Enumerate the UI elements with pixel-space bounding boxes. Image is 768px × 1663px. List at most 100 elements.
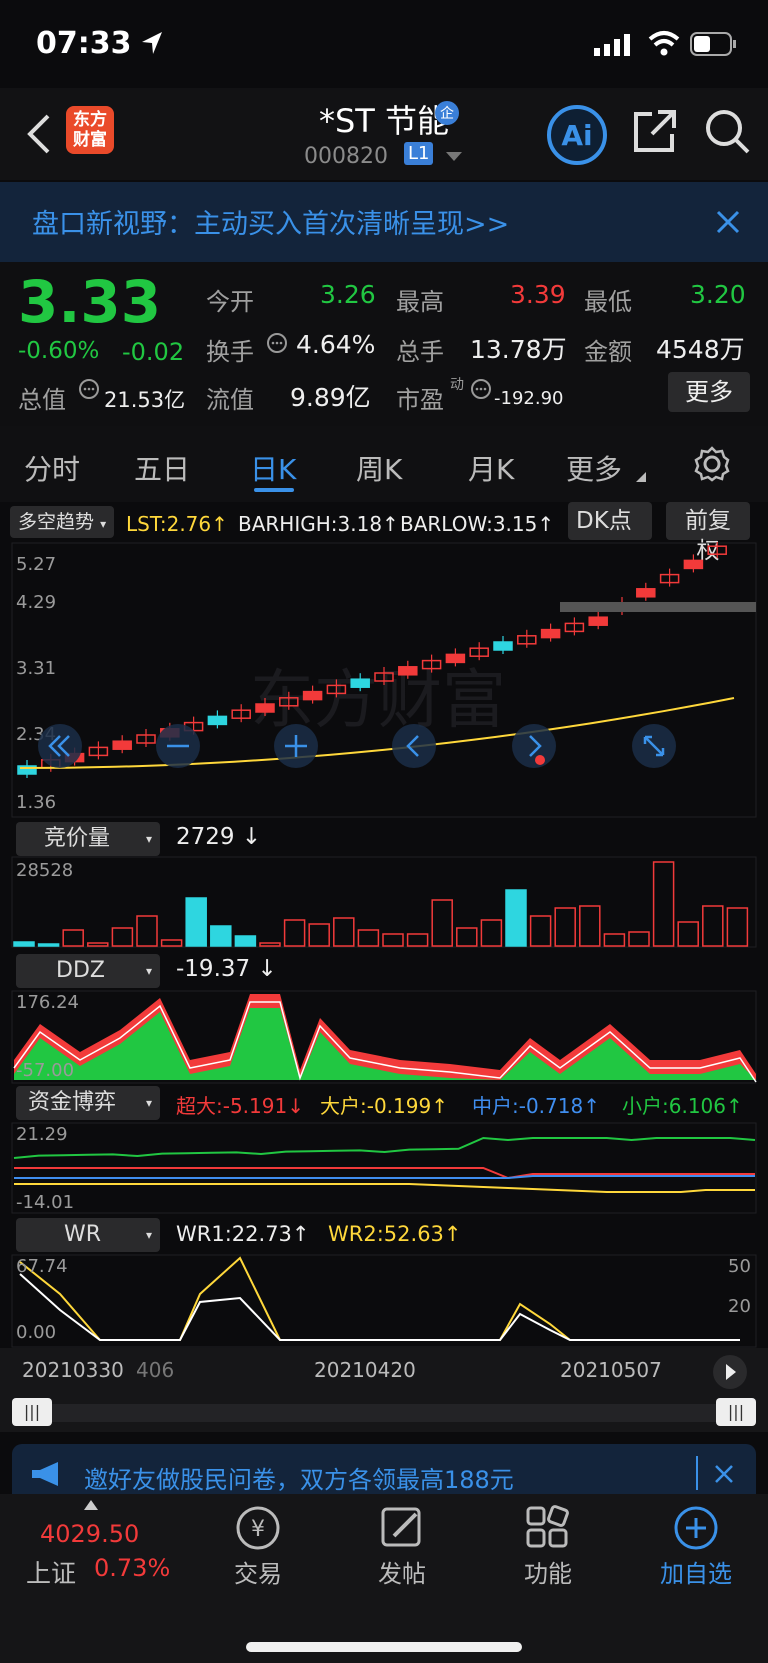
trade-icon[interactable]: ¥ — [234, 1504, 282, 1552]
close-icon[interactable] — [716, 210, 740, 234]
kline-indicator-select[interactable]: 多空趋势 ▾ — [10, 506, 115, 538]
wr-section: WR ▾ WR1:22.73↑ WR2:52.63↑ 67.74 0.00 50 … — [0, 1216, 768, 1348]
tab-weekly-k[interactable]: 周K — [356, 448, 402, 488]
wr1-line — [19, 1273, 740, 1341]
info-icon[interactable] — [266, 332, 288, 354]
volume-bar — [234, 935, 257, 947]
play-icon[interactable] — [712, 1354, 748, 1390]
kline-chart[interactable]: 东方财富 — [0, 542, 768, 818]
nav-trade[interactable]: 交易 — [208, 1554, 308, 1589]
volume-bar — [456, 927, 478, 947]
zhonghu-text: 中户:-0.718 — [472, 1094, 584, 1118]
mcap-label: 总值 — [18, 386, 66, 414]
gear-icon[interactable] — [694, 446, 730, 482]
ddz-indicator-label: DDZ — [56, 958, 105, 983]
banner-text[interactable]: 盘口新视野：主动买入首次清晰呈现>> — [32, 202, 509, 241]
volume-bar — [37, 943, 60, 947]
ddz-value-text: -19.37 — [176, 956, 251, 982]
amount-label: 金额 — [584, 338, 632, 366]
index-pct[interactable]: 0.73% — [94, 1554, 170, 1582]
volume-bar — [185, 897, 207, 947]
date-label: 406 — [136, 1358, 175, 1382]
fullscreen-icon[interactable] — [630, 722, 678, 770]
date-label: 20210420 — [314, 1358, 416, 1382]
volume-bar — [308, 923, 330, 947]
more-button[interactable]: 更多 — [668, 372, 750, 412]
quote-panel: 3.33 -0.60% -0.02 今开 3.26 最高 3.39 最低 3.2… — [0, 262, 768, 426]
edit-post-icon[interactable] — [378, 1504, 426, 1552]
info-icon[interactable] — [470, 378, 492, 400]
volume-bar — [554, 907, 576, 947]
pe-value: -192.90 — [494, 388, 564, 409]
wr-indicator-select[interactable]: WR ▾ — [16, 1218, 160, 1252]
wr-ymin: 0.00 — [16, 1322, 57, 1343]
share-icon[interactable] — [632, 108, 678, 154]
volume-bar — [283, 919, 306, 947]
turnover-label: 换手 — [206, 338, 254, 366]
apps-icon[interactable] — [524, 1504, 572, 1552]
y-tick-label: 5.27 — [16, 554, 57, 575]
ai-assistant-icon[interactable]: Ai — [546, 104, 608, 166]
date-label: 20210330 — [22, 1358, 124, 1382]
volume-chart[interactable] — [0, 856, 768, 948]
svg-text:企: 企 — [440, 105, 454, 122]
zoom-out-icon[interactable] — [154, 722, 202, 770]
wr1-text: WR1:22.73 — [176, 1222, 292, 1246]
y-tick-label: 4.29 — [16, 592, 57, 613]
zoom-in-icon[interactable] — [272, 722, 320, 770]
tab-active-indicator — [254, 488, 294, 492]
promo-banner[interactable]: 盘口新视野：主动买入首次清晰呈现>> — [0, 182, 768, 262]
tab-monthly-k[interactable]: 月K — [468, 448, 514, 488]
add-circle-icon[interactable] — [672, 1504, 720, 1552]
search-icon[interactable] — [704, 108, 750, 154]
ddz-indicator-select[interactable]: DDZ ▾ — [16, 954, 160, 988]
dk-zone — [560, 602, 756, 612]
adjust-button[interactable]: 前复权 — [666, 502, 750, 564]
index-name[interactable]: 上证 — [26, 1554, 76, 1590]
volume-bar — [579, 905, 601, 947]
volume-bar — [628, 931, 650, 947]
nav-post[interactable]: 发帖 — [352, 1554, 452, 1589]
ddz-section: DDZ ▾ -19.37 ↓ 176.24 -57.00 — [0, 952, 768, 1084]
scroll-left-icon[interactable] — [390, 722, 438, 770]
tab-intraday[interactable]: 分时 — [24, 448, 80, 488]
megaphone-icon — [32, 1462, 58, 1486]
scroll-right-icon[interactable] — [510, 722, 558, 770]
close-icon[interactable] — [714, 1464, 734, 1484]
status-bar: 07:33 — [0, 0, 768, 88]
volume-bar — [603, 933, 626, 947]
tab-more[interactable]: 更多 — [566, 448, 622, 488]
level-badge[interactable]: L1 — [404, 142, 434, 165]
status-time: 07:33 — [36, 26, 132, 61]
range-track[interactable] — [12, 1404, 756, 1422]
fund-indicator-select[interactable]: 资金博弈 ▾ — [16, 1086, 160, 1120]
y-tick-label: 3.31 — [16, 658, 57, 679]
nav-function[interactable]: 功能 — [498, 1554, 598, 1589]
tab-five-day[interactable]: 五日 — [134, 448, 190, 488]
range-handle-right[interactable]: ||| — [716, 1398, 756, 1426]
notice-divider — [696, 1456, 698, 1490]
wr1-value: WR1:22.73↑ — [176, 1222, 310, 1246]
wr-chart[interactable] — [0, 1254, 768, 1348]
ddz-chart[interactable] — [0, 990, 768, 1084]
notice-text[interactable]: 邀好友做股民问卷，双方各领最高188元 — [84, 1460, 514, 1495]
index-value[interactable]: 4029.50 — [40, 1520, 139, 1548]
dk-point-button[interactable]: DK点 — [568, 502, 652, 540]
svg-text:¥: ¥ — [251, 1517, 265, 1542]
range-handle-left[interactable]: ||| — [12, 1398, 52, 1426]
volume-section: 竞价量 ▾ 2729 ↓ 28528 — [0, 820, 768, 948]
scroll-left-fast-icon[interactable] — [36, 722, 84, 770]
fund-chart[interactable] — [0, 1122, 768, 1214]
dahu-text: 大户:-0.199 — [320, 1094, 432, 1118]
nav-add-watchlist[interactable]: 加自选 — [646, 1554, 746, 1589]
chevron-down-icon[interactable] — [446, 152, 462, 162]
volume-bar — [333, 917, 355, 947]
zhonghu-value: 中户:-0.718↑ — [472, 1094, 600, 1118]
volume-value-text: 2729 — [176, 824, 235, 850]
volume-indicator-select[interactable]: 竞价量 ▾ — [16, 822, 160, 856]
info-icon[interactable] — [78, 378, 100, 400]
wr2-value: WR2:52.63↑ — [328, 1222, 462, 1246]
volume-bar — [87, 942, 109, 947]
tab-daily-k[interactable]: 日K — [250, 448, 296, 488]
home-indicator — [246, 1642, 522, 1652]
